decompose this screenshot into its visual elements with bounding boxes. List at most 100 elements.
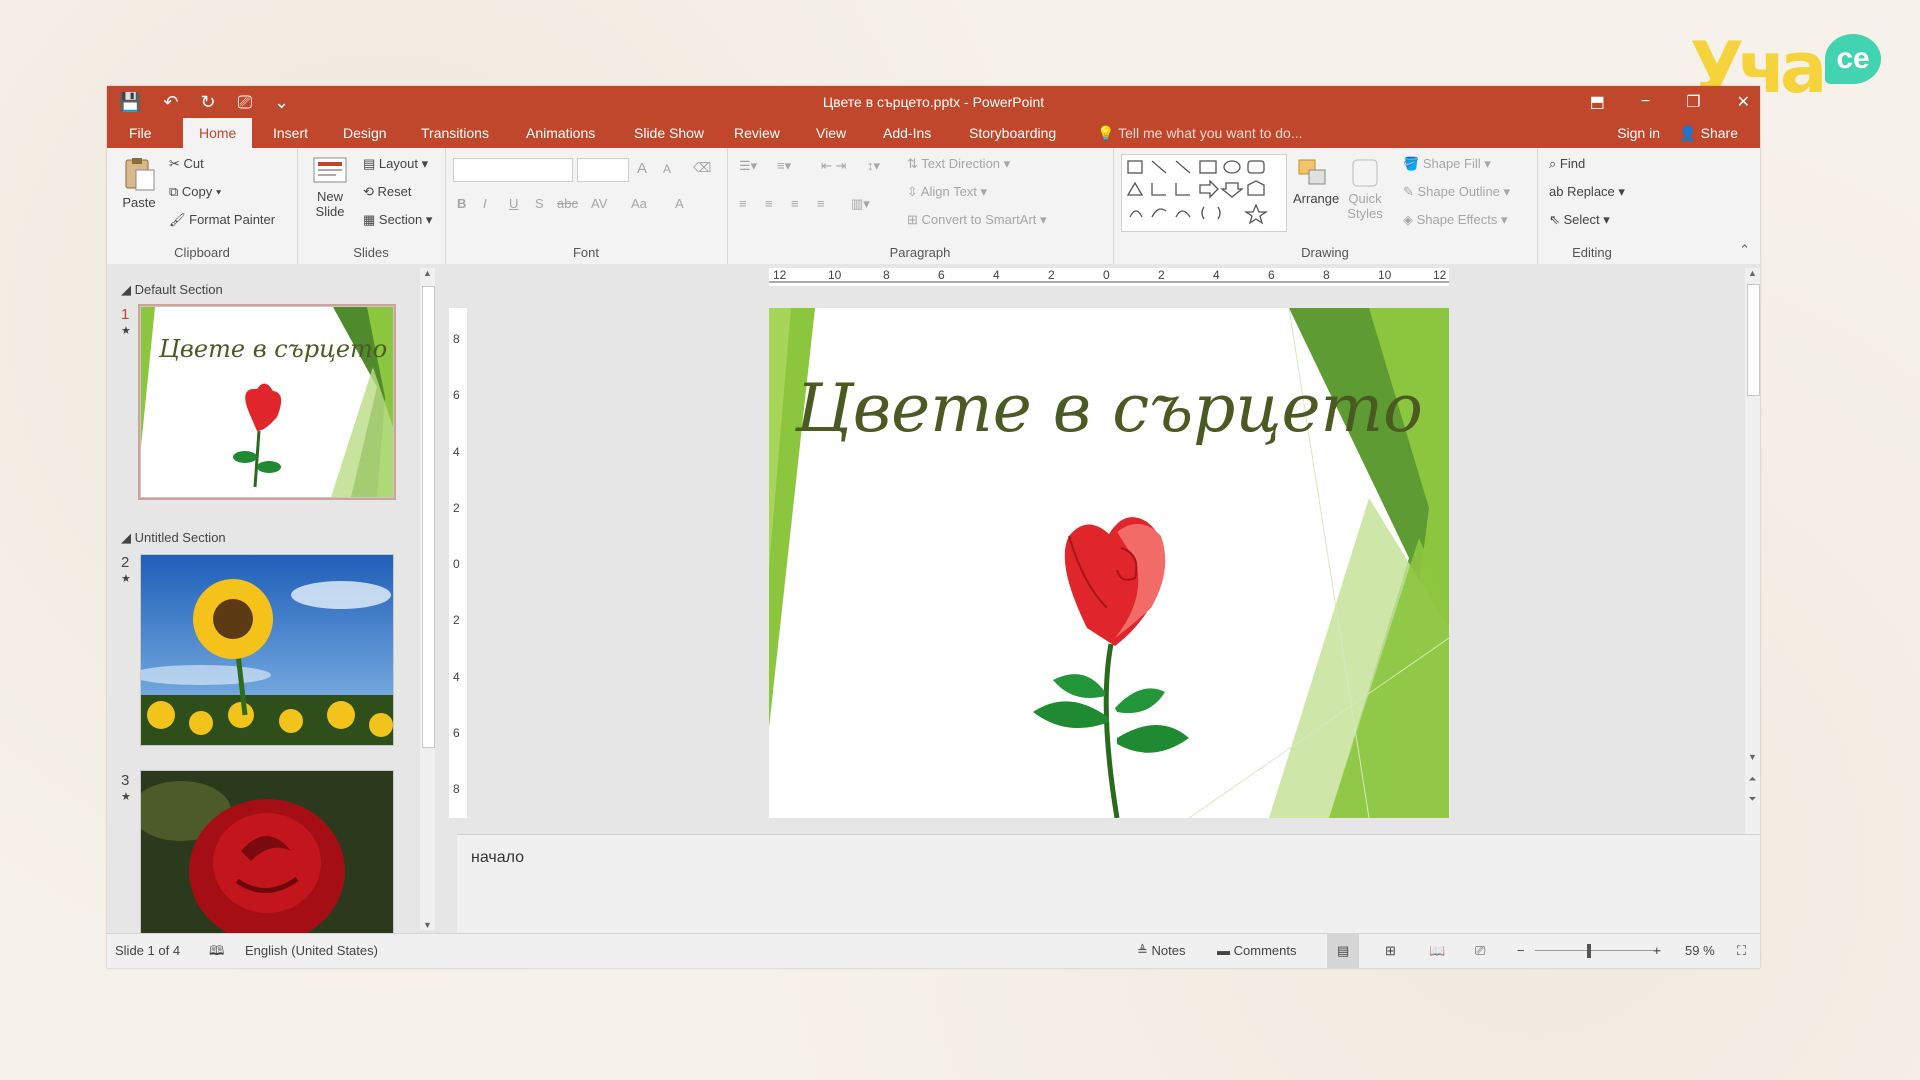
next-slide-icon[interactable]: ⏷ [1747, 794, 1758, 805]
new-slide-button[interactable]: New Slide [305, 154, 355, 219]
tab-view[interactable]: View [810, 118, 852, 148]
align-text-button[interactable]: ⇳ Align Text ▾ [907, 184, 987, 200]
slide-number: 1 [121, 306, 130, 323]
collapse-ribbon-icon[interactable]: ⌃ [1739, 242, 1750, 258]
restore-button[interactable]: ❐ [1686, 92, 1700, 112]
tab-design[interactable]: Design [337, 118, 393, 148]
align-right-icon[interactable]: ≡ [791, 196, 799, 211]
columns-icon[interactable]: ▥▾ [851, 196, 870, 212]
scroll-thumb[interactable] [1747, 284, 1760, 396]
notes-pane[interactable]: начало [457, 834, 1760, 935]
scroll-down-icon[interactable]: ▼ [422, 920, 433, 930]
align-text-label: Align Text [920, 184, 977, 199]
tab-transitions[interactable]: Transitions [415, 118, 495, 148]
zoom-in-button[interactable]: + [1653, 934, 1661, 968]
format-painter-button[interactable]: 🖌 Format Painter [169, 212, 275, 228]
tab-home[interactable]: Home [183, 118, 253, 148]
share-button[interactable]: 👤 Share [1679, 118, 1738, 148]
strikethrough-button[interactable]: abc [557, 196, 578, 211]
char-spacing-button[interactable]: AV [591, 196, 607, 211]
clipboard-group-label: Clipboard [174, 245, 230, 260]
editor-scrollbar[interactable]: ▲ ▼ ⏶ ⏷ [1745, 268, 1760, 834]
text-direction-button[interactable]: ⇅ Text Direction ▾ [907, 156, 1010, 172]
shrink-font-button[interactable]: A [663, 162, 671, 176]
tab-file[interactable]: File [123, 118, 158, 148]
zoom-slider-track[interactable] [1535, 950, 1661, 951]
normal-view-icon[interactable]: ▤ [1327, 934, 1360, 968]
slide-canvas[interactable]: Цвете в сърцето [769, 308, 1449, 818]
section-header-untitled[interactable]: ◢ Untitled Section [121, 530, 226, 546]
slide-thumbnail-3[interactable] [140, 770, 394, 936]
notes-button[interactable]: ≜ Notes [1137, 934, 1185, 968]
tell-me-box[interactable]: 💡 Tell me what you want to do... [1097, 118, 1303, 148]
slide-thumbnail-2[interactable] [140, 554, 394, 746]
shapes-gallery[interactable] [1121, 154, 1287, 232]
indent-icons[interactable]: ⇤ ⇥ [821, 158, 846, 174]
convert-smartart-button[interactable]: ⊞ Convert to SmartArt ▾ [907, 212, 1047, 228]
zoom-level[interactable]: 59 % [1685, 934, 1715, 968]
slideshow-view-icon[interactable]: ⎚ [1475, 934, 1485, 968]
section-button[interactable]: ▦ Section ▾ [363, 212, 432, 228]
font-color-button[interactable]: A [675, 196, 684, 211]
scroll-up-icon[interactable]: ▲ [422, 268, 433, 278]
italic-button[interactable]: I [483, 196, 487, 211]
tab-review[interactable]: Review [728, 118, 786, 148]
scroll-up-icon[interactable]: ▲ [1747, 268, 1758, 278]
section-header-default[interactable]: ◢ Default Section [121, 282, 223, 298]
grow-font-button[interactable]: A [637, 160, 647, 177]
tab-storyboarding[interactable]: Storyboarding [963, 118, 1062, 148]
shape-effects-button[interactable]: ◈ Shape Effects ▾ [1403, 212, 1507, 228]
tab-slide-show[interactable]: Slide Show [628, 118, 710, 148]
align-left-icon[interactable]: ≡ [739, 196, 747, 211]
cut-button[interactable]: ✂ Cut [169, 156, 204, 172]
sign-in-link[interactable]: Sign in [1617, 118, 1660, 148]
numbering-icon[interactable]: ≡▾ [777, 158, 791, 174]
bold-button[interactable]: B [457, 196, 466, 211]
underline-button[interactable]: U [509, 196, 518, 211]
reset-label: Reset [377, 184, 412, 199]
reading-view-icon[interactable]: 📖 [1429, 934, 1445, 968]
language-indicator[interactable]: English (United States) [245, 934, 378, 968]
layout-button[interactable]: ▤ Layout ▾ [363, 156, 428, 172]
shape-fill-button[interactable]: 🪣 Shape Fill ▾ [1403, 156, 1491, 172]
tab-animations[interactable]: Animations [520, 118, 601, 148]
font-name-box[interactable] [453, 158, 573, 182]
justify-icon[interactable]: ≡ [817, 196, 825, 211]
minimize-button[interactable]: − [1641, 93, 1650, 111]
notes-text[interactable]: начало [471, 849, 524, 867]
ribbon-display-icon[interactable]: ⬒ [1590, 92, 1605, 112]
select-button[interactable]: ⇖ Select ▾ [1549, 212, 1610, 228]
shape-outline-button[interactable]: ✎ Shape Outline ▾ [1403, 184, 1510, 200]
previous-slide-icon[interactable]: ⏶ [1747, 774, 1758, 785]
clear-format-icon[interactable]: ⌫ [693, 160, 711, 176]
zoom-slider-thumb[interactable] [1587, 944, 1591, 958]
scroll-thumb[interactable] [422, 286, 435, 748]
slide-thumbnail-1[interactable]: Цвете в сърцето [138, 304, 396, 500]
thumbnails-scrollbar[interactable]: ▲ ▼ [420, 268, 435, 930]
replace-button[interactable]: ab Replace ▾ [1549, 184, 1625, 200]
zoom-out-button[interactable]: − [1517, 934, 1525, 968]
shadow-button[interactable]: S [535, 196, 544, 211]
align-center-icon[interactable]: ≡ [765, 196, 773, 211]
line-spacing-icon[interactable]: ↕▾ [867, 158, 880, 174]
spellcheck-icon[interactable]: 🕮 [209, 934, 224, 968]
fit-to-window-icon[interactable]: ⛶ [1737, 934, 1746, 968]
comments-button[interactable]: ▬ Comments [1217, 934, 1296, 968]
font-size-box[interactable] [577, 158, 629, 182]
arrange-button[interactable]: Arrange [1293, 158, 1339, 206]
find-button[interactable]: ⌕ Find [1549, 156, 1585, 172]
tab-insert[interactable]: Insert [267, 118, 314, 148]
slide-title[interactable]: Цвете в сърцето [769, 370, 1449, 447]
tab-add-ins[interactable]: Add-Ins [877, 118, 937, 148]
slide-sorter-icon[interactable]: ⊞ [1385, 934, 1396, 968]
reset-button[interactable]: ⟲ Reset [363, 184, 411, 200]
scroll-down-icon[interactable]: ▼ [1747, 752, 1758, 762]
bullets-icon[interactable]: ☰▾ [739, 158, 757, 174]
layout-label: Layout [378, 156, 418, 171]
paste-button[interactable]: Paste [119, 156, 159, 210]
close-button[interactable]: ✕ [1737, 92, 1750, 112]
copy-button[interactable]: ⧉ Copy ▾ [169, 184, 221, 200]
quick-styles-button[interactable]: Quick Styles [1345, 158, 1385, 221]
change-case-button[interactable]: Aa [631, 196, 647, 211]
ruler-tick-label: 10 [1378, 268, 1392, 282]
